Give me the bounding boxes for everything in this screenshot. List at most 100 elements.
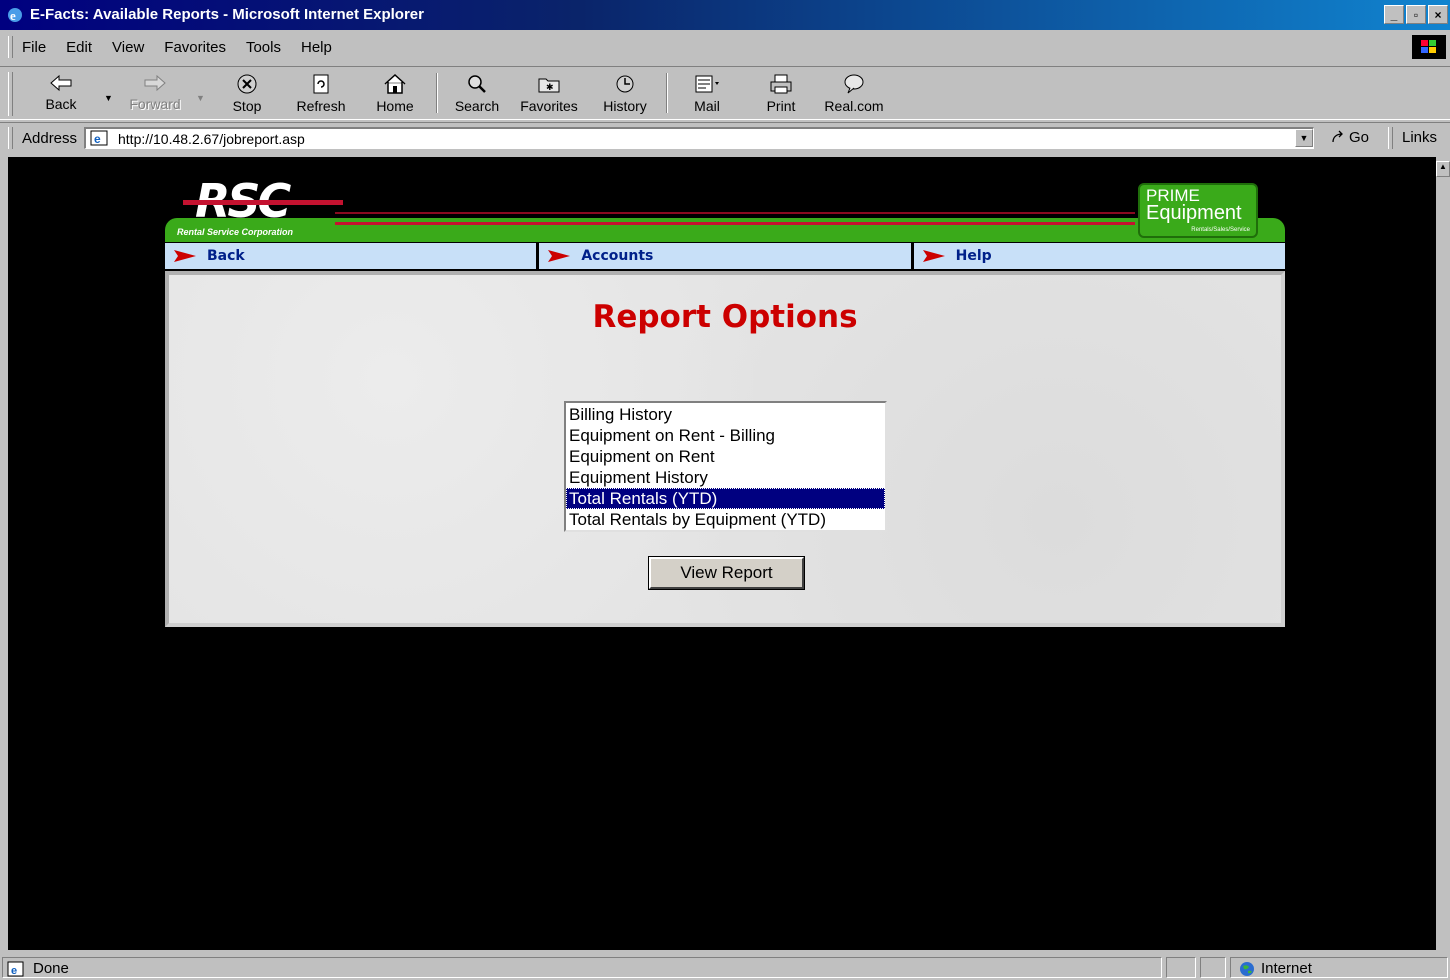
toolbar-separator: [666, 73, 668, 113]
report-option[interactable]: Equipment History: [566, 467, 885, 488]
red-flag-arrow-icon: [174, 250, 196, 262]
search-label: Search: [454, 98, 500, 114]
toolbar-grip[interactable]: [8, 72, 13, 116]
forward-label: Forward: [129, 96, 181, 112]
menu-help[interactable]: Help: [301, 39, 332, 56]
banner-red-stripe: [335, 212, 1135, 214]
refresh-label: Refresh: [296, 98, 346, 114]
status-pane-security: [1200, 957, 1226, 978]
back-button[interactable]: Back: [30, 71, 92, 117]
refresh-icon: [313, 74, 329, 94]
home-label: Home: [376, 98, 414, 114]
menu-file[interactable]: File: [22, 39, 46, 56]
realcom-label: Real.com: [824, 98, 884, 114]
menu-view[interactable]: View: [112, 39, 144, 56]
menu-grip[interactable]: [8, 36, 13, 58]
prime-logo-line2: Equipment: [1146, 202, 1242, 224]
status-zone-text: Internet: [1261, 960, 1312, 977]
vertical-scrollbar[interactable]: ▲: [1436, 157, 1450, 950]
address-grip[interactable]: [8, 127, 13, 149]
red-flag-arrow-icon: [548, 250, 571, 262]
mail-label: Mail: [694, 98, 720, 114]
scroll-up-icon[interactable]: ▲: [1436, 161, 1450, 177]
mail-icon: [695, 75, 719, 93]
menu-favorites[interactable]: Favorites: [164, 39, 226, 56]
nav-help-link[interactable]: Help: [913, 243, 1285, 269]
report-option[interactable]: Equipment on Rent - Billing: [566, 425, 885, 446]
status-text: Done: [33, 960, 69, 977]
go-button[interactable]: Go: [1330, 129, 1369, 146]
forward-button[interactable]: Forward: [124, 71, 186, 117]
back-label: Back: [45, 96, 77, 112]
window-title-bar[interactable]: e E-Facts: Available Reports - Microsoft…: [0, 0, 1450, 30]
red-flag-arrow-icon: [922, 250, 945, 262]
report-option[interactable]: Equipment on Rent: [566, 446, 885, 467]
report-option[interactable]: Billing History: [566, 404, 885, 425]
window-title: E-Facts: Available Reports - Microsoft I…: [30, 6, 424, 23]
view-report-button[interactable]: View Report: [648, 556, 805, 590]
links-button[interactable]: Links: [1402, 129, 1437, 146]
status-bar: e Done Internet: [0, 955, 1450, 980]
rsc-logo-stripe: [183, 200, 343, 205]
refresh-button[interactable]: Refresh: [290, 71, 352, 117]
report-options-panel: Report Options Billing History Equipment…: [165, 271, 1285, 627]
address-field[interactable]: e ▼: [84, 127, 1314, 149]
svg-text:e: e: [94, 132, 101, 146]
mail-button[interactable]: Mail: [676, 71, 738, 117]
report-options-listbox[interactable]: Billing History Equipment on Rent - Bill…: [564, 401, 887, 532]
back-dropdown-icon[interactable]: ▼: [104, 93, 113, 103]
stop-button[interactable]: Stop: [216, 71, 278, 117]
page-icon: e: [90, 130, 108, 146]
site-nav: Back Accounts Help: [165, 243, 1285, 269]
url-input[interactable]: [118, 131, 1268, 147]
go-label: Go: [1349, 129, 1370, 146]
back-arrow-icon: [50, 74, 72, 92]
svg-text:e: e: [11, 965, 17, 977]
favorites-label: Favorites: [520, 98, 578, 114]
status-zone-pane[interactable]: Internet: [1230, 957, 1448, 978]
home-button[interactable]: Home: [364, 71, 426, 117]
rsc-logo-subtitle: Rental Service Corporation: [177, 227, 294, 237]
address-dropdown-icon[interactable]: ▼: [1295, 129, 1313, 147]
nav-accounts-link[interactable]: Accounts: [539, 243, 911, 269]
realcom-button[interactable]: Real.com: [823, 71, 885, 117]
links-grip[interactable]: [1388, 127, 1393, 149]
search-button[interactable]: Search: [446, 71, 508, 117]
internet-globe-icon: [1240, 962, 1254, 976]
close-icon[interactable]: ×: [1428, 5, 1448, 24]
favorites-button[interactable]: ✱ Favorites: [518, 71, 580, 117]
history-label: History: [603, 98, 647, 114]
home-icon: [384, 73, 406, 94]
forward-arrow-icon: [144, 74, 166, 92]
history-button[interactable]: History: [594, 71, 656, 117]
nav-accounts-label: Accounts: [581, 248, 654, 264]
stop-icon: [237, 74, 257, 94]
forward-dropdown-icon[interactable]: ▼: [196, 93, 205, 103]
realcom-chat-icon: [844, 74, 864, 94]
minimize-icon[interactable]: _: [1384, 5, 1404, 24]
svg-text:e: e: [10, 8, 16, 23]
prime-logo-tagline: Rentals/Sales/Service: [1191, 227, 1250, 233]
report-option[interactable]: Total Rentals by Equipment (YTD): [566, 509, 885, 530]
menu-edit[interactable]: Edit: [66, 39, 92, 56]
nav-help-label: Help: [955, 248, 992, 264]
menu-tools[interactable]: Tools: [246, 39, 281, 56]
print-label: Print: [766, 98, 796, 114]
address-bar: Address e ▼ Go Links: [0, 122, 1450, 153]
page-done-icon: e: [7, 961, 24, 977]
maximize-icon[interactable]: ▫: [1406, 5, 1426, 24]
windows-flag-icon: [1412, 35, 1446, 59]
go-arrow-icon: [1332, 130, 1343, 142]
nav-back-link[interactable]: Back: [165, 243, 537, 269]
history-icon: [616, 75, 634, 93]
print-button[interactable]: Print: [750, 71, 812, 117]
report-option-selected[interactable]: Total Rentals (YTD): [566, 488, 885, 509]
prime-equipment-logo: PRIME Equipment Rentals/Sales/Service: [1138, 183, 1258, 238]
search-icon: [468, 75, 486, 93]
status-pane-progress: [1166, 957, 1196, 978]
svg-text:✱: ✱: [546, 82, 554, 92]
site-banner: RSC Rental Service Corporation PRIME Equ…: [165, 178, 1285, 242]
printer-icon: [770, 74, 792, 94]
nav-back-label: Back: [207, 248, 245, 264]
address-label: Address: [22, 130, 78, 147]
